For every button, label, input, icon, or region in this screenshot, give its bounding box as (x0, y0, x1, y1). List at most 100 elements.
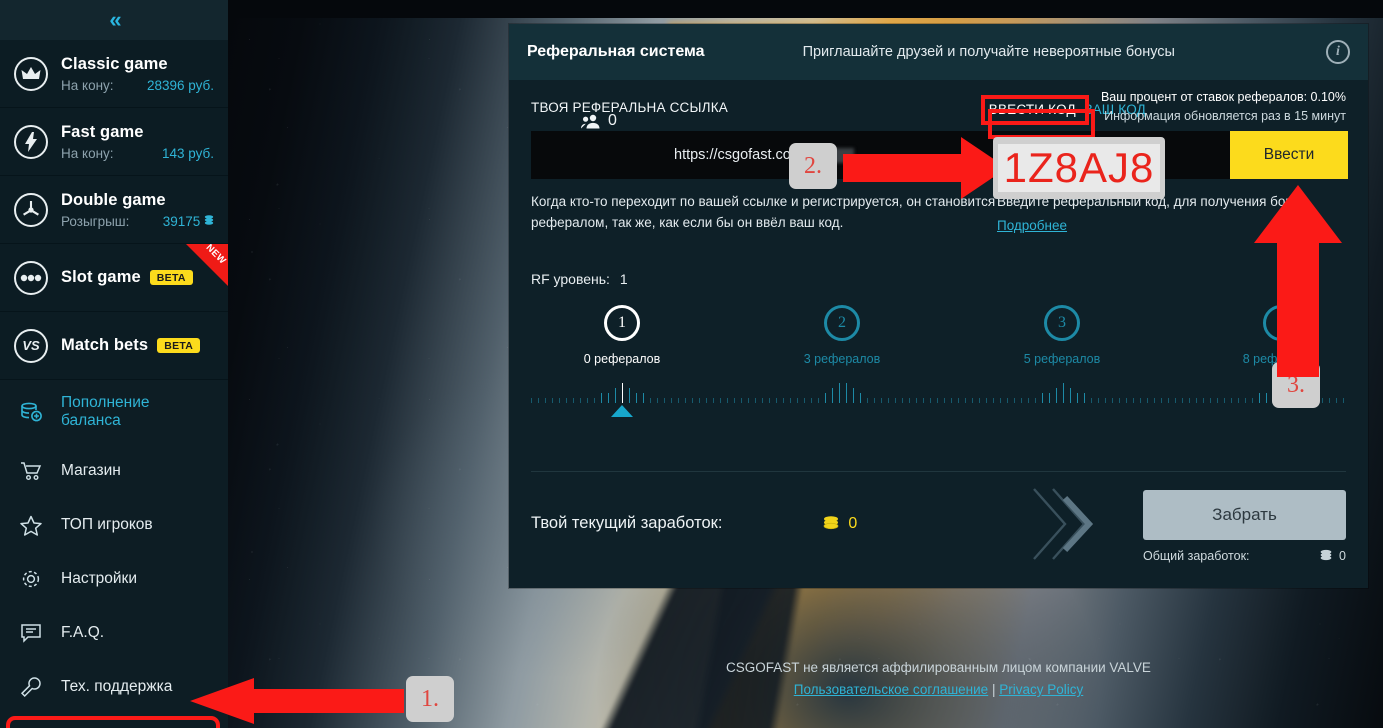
sidebar-collapse-button[interactable]: « (0, 0, 228, 40)
ruler-tick (1049, 392, 1050, 403)
referral-link-text: https://csgofast.com/ (674, 147, 807, 163)
ruler-tick (909, 397, 910, 403)
referral-percent-text: Ваш процент от ставок рефералов: 0.10% (1100, 90, 1346, 104)
ruler-tick (811, 397, 812, 403)
badge-beta: BETA (157, 338, 201, 353)
sidebar-item-body: Match bets BETA (61, 336, 214, 355)
referral-count: 0 (581, 112, 617, 130)
ruler-tick (1168, 397, 1169, 403)
cart-icon (14, 461, 48, 481)
coins-icon (204, 214, 214, 225)
ruler-tick (1259, 392, 1260, 403)
footer-link-privacy[interactable]: Privacy Policy (999, 682, 1083, 697)
sidebar-item-subvalue: 39175 (163, 214, 214, 229)
ruler-tick (643, 392, 644, 403)
sidebar-item-deposit[interactable]: Пополнение баланса (0, 380, 228, 444)
ruler-tick (1266, 392, 1267, 403)
more-details-link[interactable]: Подробнее (997, 218, 1067, 233)
ruler-tick (853, 387, 854, 403)
ruler-tick (1105, 397, 1106, 403)
ruler-tick (874, 397, 875, 403)
annotation-code-text: 1Z8AJ8 (997, 144, 1161, 192)
ruler-tick (531, 397, 532, 403)
rf-level-3[interactable]: 3 5 рефералов (1002, 304, 1122, 366)
ruler-tick (608, 392, 609, 403)
ruler-tick (762, 397, 763, 403)
sidebar-item-double-game[interactable]: Double game Розыгрыш: 39175 (0, 176, 228, 244)
ruler-tick (713, 397, 714, 403)
ruler-tick (601, 392, 602, 403)
sidebar-item-faq[interactable]: F.A.Q. (0, 606, 228, 660)
referral-percent-info: Ваш процент от ставок рефералов: 0.10% И… (1101, 90, 1346, 123)
chevron-double-left-icon: « (109, 7, 121, 32)
ruler-tick (706, 397, 707, 403)
ruler-tick (559, 397, 560, 403)
sidebar-item-classic-game[interactable]: Classic game На кону: 28396 руб. (0, 40, 228, 108)
ruler-tick (1056, 387, 1057, 403)
footer: CSGOFAST не является аффилированным лицо… (509, 660, 1368, 697)
annotation-arrow-2 (843, 135, 1007, 206)
ruler-tick (916, 397, 917, 403)
ruler-tick (748, 397, 749, 403)
rf-progress-ruler[interactable] (531, 382, 1346, 417)
ruler-tick (1224, 397, 1225, 403)
slot-icon (14, 260, 48, 295)
app-root: « Classic game На кону: 28396 руб. Fast … (0, 0, 1383, 728)
sidebar-item-label: Match bets (61, 336, 149, 354)
ruler-tick (986, 397, 987, 403)
total-earnings-label: Общий заработок: (1143, 548, 1250, 563)
sidebar-item-subvalue: 28396 руб. (146, 77, 214, 93)
sidebar-item-shop[interactable]: Магазин (0, 444, 228, 498)
versus-text: VS (22, 338, 40, 353)
ruler-tick (1238, 397, 1239, 403)
sidebar-item-label: Slot game (61, 268, 141, 286)
sidebar-item-top-players[interactable]: ТОП игроков (0, 498, 228, 552)
sidebar-item-sub: На кону: 143 руб. (61, 146, 214, 161)
rf-level-circle: 1 (604, 304, 640, 341)
rf-level-caption: 5 рефералов (1023, 351, 1101, 366)
rf-level-row: RF уровень: 1 (531, 271, 1346, 287)
rf-level-1[interactable]: 1 0 рефералов (562, 304, 682, 366)
sidebar-item-sublabel: На кону: (61, 145, 114, 161)
annotation-step-2: 2. (789, 143, 837, 189)
submit-code-button[interactable]: Ввести (1230, 131, 1348, 179)
ruler-tick (664, 397, 665, 403)
rf-level-2[interactable]: 2 3 рефералов (782, 304, 902, 366)
background-top-strip (228, 0, 1383, 18)
take-button[interactable]: Забрать (1143, 489, 1346, 540)
info-icon[interactable]: i (1326, 40, 1350, 64)
rf-level-label: RF уровень: (531, 270, 610, 287)
ruler-tick (930, 397, 931, 403)
coins-grey-icon (1320, 550, 1332, 561)
sidebar: « Classic game На кону: 28396 руб. Fast … (0, 0, 228, 728)
star-icon (14, 515, 48, 536)
ruler-tick (818, 397, 819, 403)
ruler-tick (790, 397, 791, 403)
ruler-tick (1203, 397, 1204, 403)
earnings-row: Твой текущий заработок: 0 Забрать Общий … (531, 472, 1346, 576)
ruler-tick (1007, 397, 1008, 403)
footer-link-agreement[interactable]: Пользовательское соглашение (794, 682, 988, 697)
panel-subtitle: Приглашайте друзей и получайте невероятн… (802, 44, 1175, 60)
ruler-tick (902, 397, 903, 403)
panel-header: Реферальная система Приглашайте друзей и… (509, 24, 1368, 80)
sidebar-item-sublabel: На кону: (61, 77, 114, 93)
ruler-tick (629, 387, 630, 403)
sidebar-item-fast-game[interactable]: Fast game На кону: 143 руб. (0, 108, 228, 176)
rf-level-caption: 0 рефералов (583, 351, 661, 366)
faq-icon (14, 623, 48, 643)
crown-icon (14, 56, 48, 91)
ruler-tick (1091, 397, 1092, 403)
sidebar-item-match-bets[interactable]: VS Match bets BETA (0, 312, 228, 380)
sidebar-item-settings[interactable]: Настройки (0, 552, 228, 606)
ruler-tick (1021, 397, 1022, 403)
ribbon-new-label: NEW (203, 244, 228, 267)
ruler-tick (727, 397, 728, 403)
ruler-tick (839, 382, 840, 403)
rf-level-caption: 3 рефералов (803, 351, 881, 366)
ruler-tick (720, 397, 721, 403)
rf-progress-marker (611, 404, 633, 417)
rf-level-value: 1 (619, 270, 628, 287)
sidebar-item-slot-game[interactable]: Slot game BETA NEW (0, 244, 228, 312)
ruler-tick (1119, 397, 1120, 403)
